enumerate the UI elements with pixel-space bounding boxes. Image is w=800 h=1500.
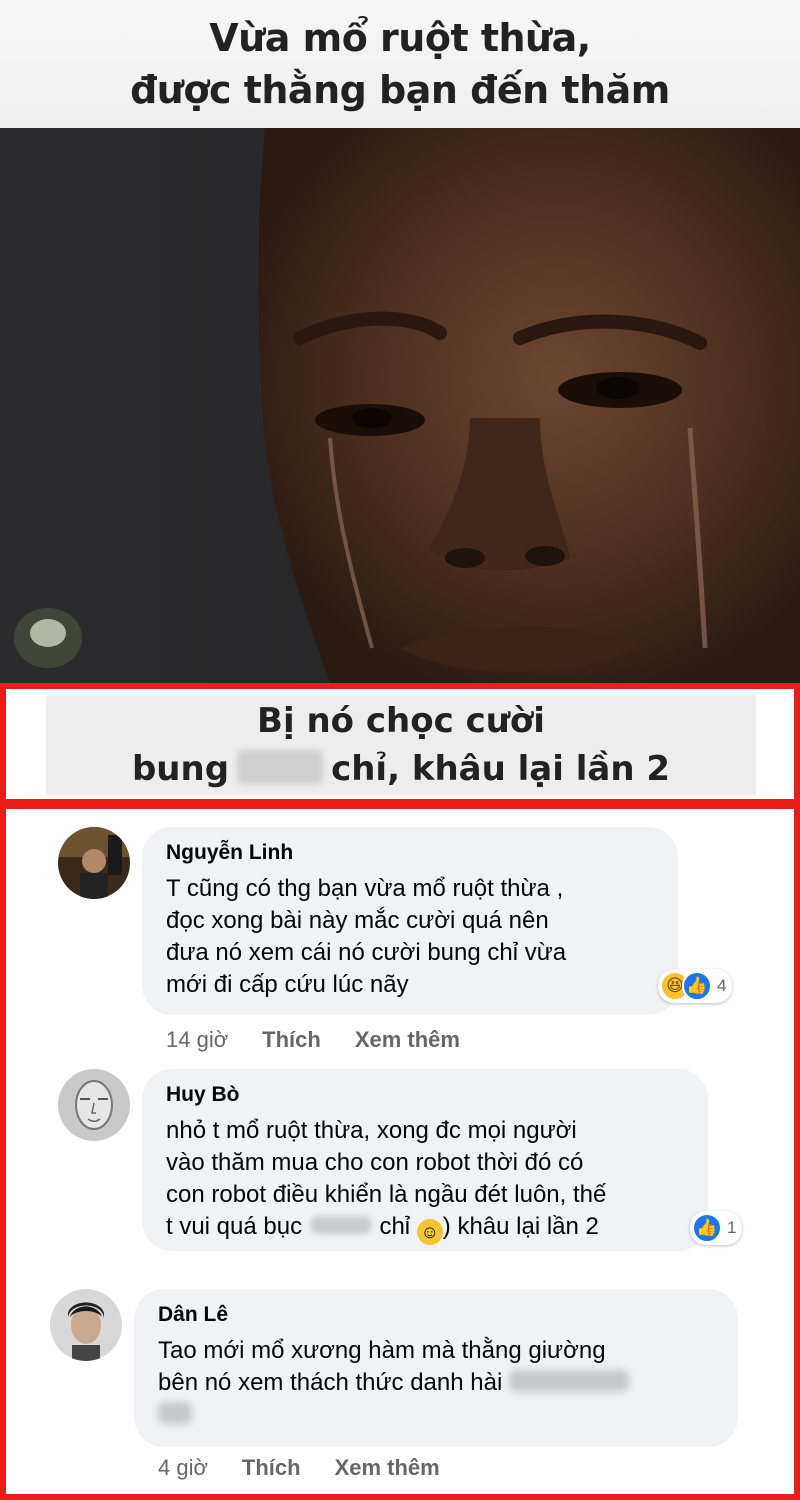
comment-text-part: ) khâu lại lần 2 xyxy=(442,1213,599,1240)
comment-text-line: Tao mới mổ xương hàm mà thằng giường xyxy=(158,1337,606,1364)
comment-author[interactable]: Dân Lê xyxy=(158,1303,714,1327)
meme-caption-line-2: được thằng bạn đến thăm xyxy=(130,68,670,112)
meme-caption-line-1: Vừa mổ ruột thừa, xyxy=(209,16,591,60)
comment-text-line: bên nó xem thách thức danh hài xyxy=(158,1367,714,1399)
meme-photo-crying-man xyxy=(0,128,800,683)
highlight-frame-comments: Nguyễn Linh T cũng có thg bạn vừa mổ ruộ… xyxy=(0,805,800,1500)
like-icon: 👍 xyxy=(682,971,712,1001)
comment-text-part: chỉ xyxy=(379,1213,411,1240)
comment-text-line: T cũng có thg bạn vừa mổ ruột thừa , xyxy=(166,875,564,902)
reaction-summary[interactable]: 👍 1 xyxy=(690,1211,743,1245)
comment-text-line: nhỏ t mổ ruột thừa, xong đc mọi người xyxy=(166,1117,577,1144)
comment-text-line: vào thăm mua cho con robot thời đó có xyxy=(166,1149,584,1176)
see-more-button[interactable]: Xem thêm xyxy=(355,1027,460,1053)
comment-text-line: đưa nó xem cái nó cười bung chỉ vừa xyxy=(166,939,567,966)
comment-author[interactable]: Nguyễn Linh xyxy=(166,841,654,865)
comment-actions: 14 giờ Thích Xem thêm xyxy=(166,1027,460,1053)
meme-top-caption: Vừa mổ ruột thừa, được thằng bạn đến thă… xyxy=(0,0,800,128)
avatar[interactable] xyxy=(58,1069,130,1141)
comment-text: Tao mới mổ xương hàm mà thằng giường bên… xyxy=(158,1335,714,1431)
reaction-summary[interactable]: 😆 👍 4 xyxy=(658,969,733,1003)
comment-bubble[interactable]: Huy Bò nhỏ t mổ ruột thừa, xong đc mọi n… xyxy=(142,1069,708,1251)
see-more-button[interactable]: Xem thêm xyxy=(335,1455,440,1481)
like-button[interactable]: Thích xyxy=(242,1455,301,1481)
comment-text-part: bên nó xem thách thức danh hài xyxy=(158,1369,503,1396)
comment-text-line: con robot điều khiển là ngầu đét luôn, t… xyxy=(166,1181,607,1208)
avatar[interactable] xyxy=(58,827,130,899)
meme-bottom-caption: Bị nó chọc cười bung chỉ, khâu lại lần 2 xyxy=(46,695,756,795)
comment-bubble[interactable]: Nguyễn Linh T cũng có thg bạn vừa mổ ruộ… xyxy=(142,827,678,1015)
like-icon: 👍 xyxy=(692,1213,722,1243)
highlight-frame-caption: Bị nó chọc cười bung chỉ, khâu lại lần 2 xyxy=(0,683,800,805)
censored-word xyxy=(310,1216,371,1234)
comment-author[interactable]: Huy Bò xyxy=(166,1083,684,1107)
smile-emoji-icon: ☺ xyxy=(416,1219,443,1245)
comment-time[interactable]: 4 giờ xyxy=(158,1455,208,1481)
meme-bottom-line-2-end: chỉ, khâu lại lần 2 xyxy=(331,749,671,789)
comment-text-line: t vui quá bục chỉ ☺) khâu lại lần 2 xyxy=(166,1211,684,1245)
censored-word xyxy=(237,750,324,784)
censored-text xyxy=(158,1402,192,1424)
comment-text-line: mới đi cấp cứu lúc nãy xyxy=(166,971,409,998)
like-button[interactable]: Thích xyxy=(262,1027,321,1053)
comment-text-part: t vui quá bục xyxy=(166,1213,303,1240)
meme-bottom-line-1: Bị nó chọc cười xyxy=(257,701,545,741)
comment-time[interactable]: 14 giờ xyxy=(166,1027,228,1053)
reaction-count: 4 xyxy=(717,976,727,995)
meme-bottom-line-2-start: bung xyxy=(131,749,230,789)
comment-bubble[interactable]: Dân Lê Tao mới mổ xương hàm mà thằng giư… xyxy=(134,1289,738,1447)
reaction-count: 1 xyxy=(727,1218,737,1237)
comment-actions: 4 giờ Thích Xem thêm xyxy=(158,1455,440,1481)
comment-text: T cũng có thg bạn vừa mổ ruột thừa , đọc… xyxy=(166,873,654,1001)
comment-text-line: đọc xong bài này mắc cười quá nên xyxy=(166,907,549,934)
meme-bottom-line-2: bung chỉ, khâu lại lần 2 xyxy=(132,745,670,793)
comment-text-line xyxy=(158,1399,714,1431)
avatar[interactable] xyxy=(50,1289,122,1361)
comment-text: nhỏ t mổ ruột thừa, xong đc mọi người và… xyxy=(166,1115,684,1245)
censored-text xyxy=(508,1370,629,1392)
